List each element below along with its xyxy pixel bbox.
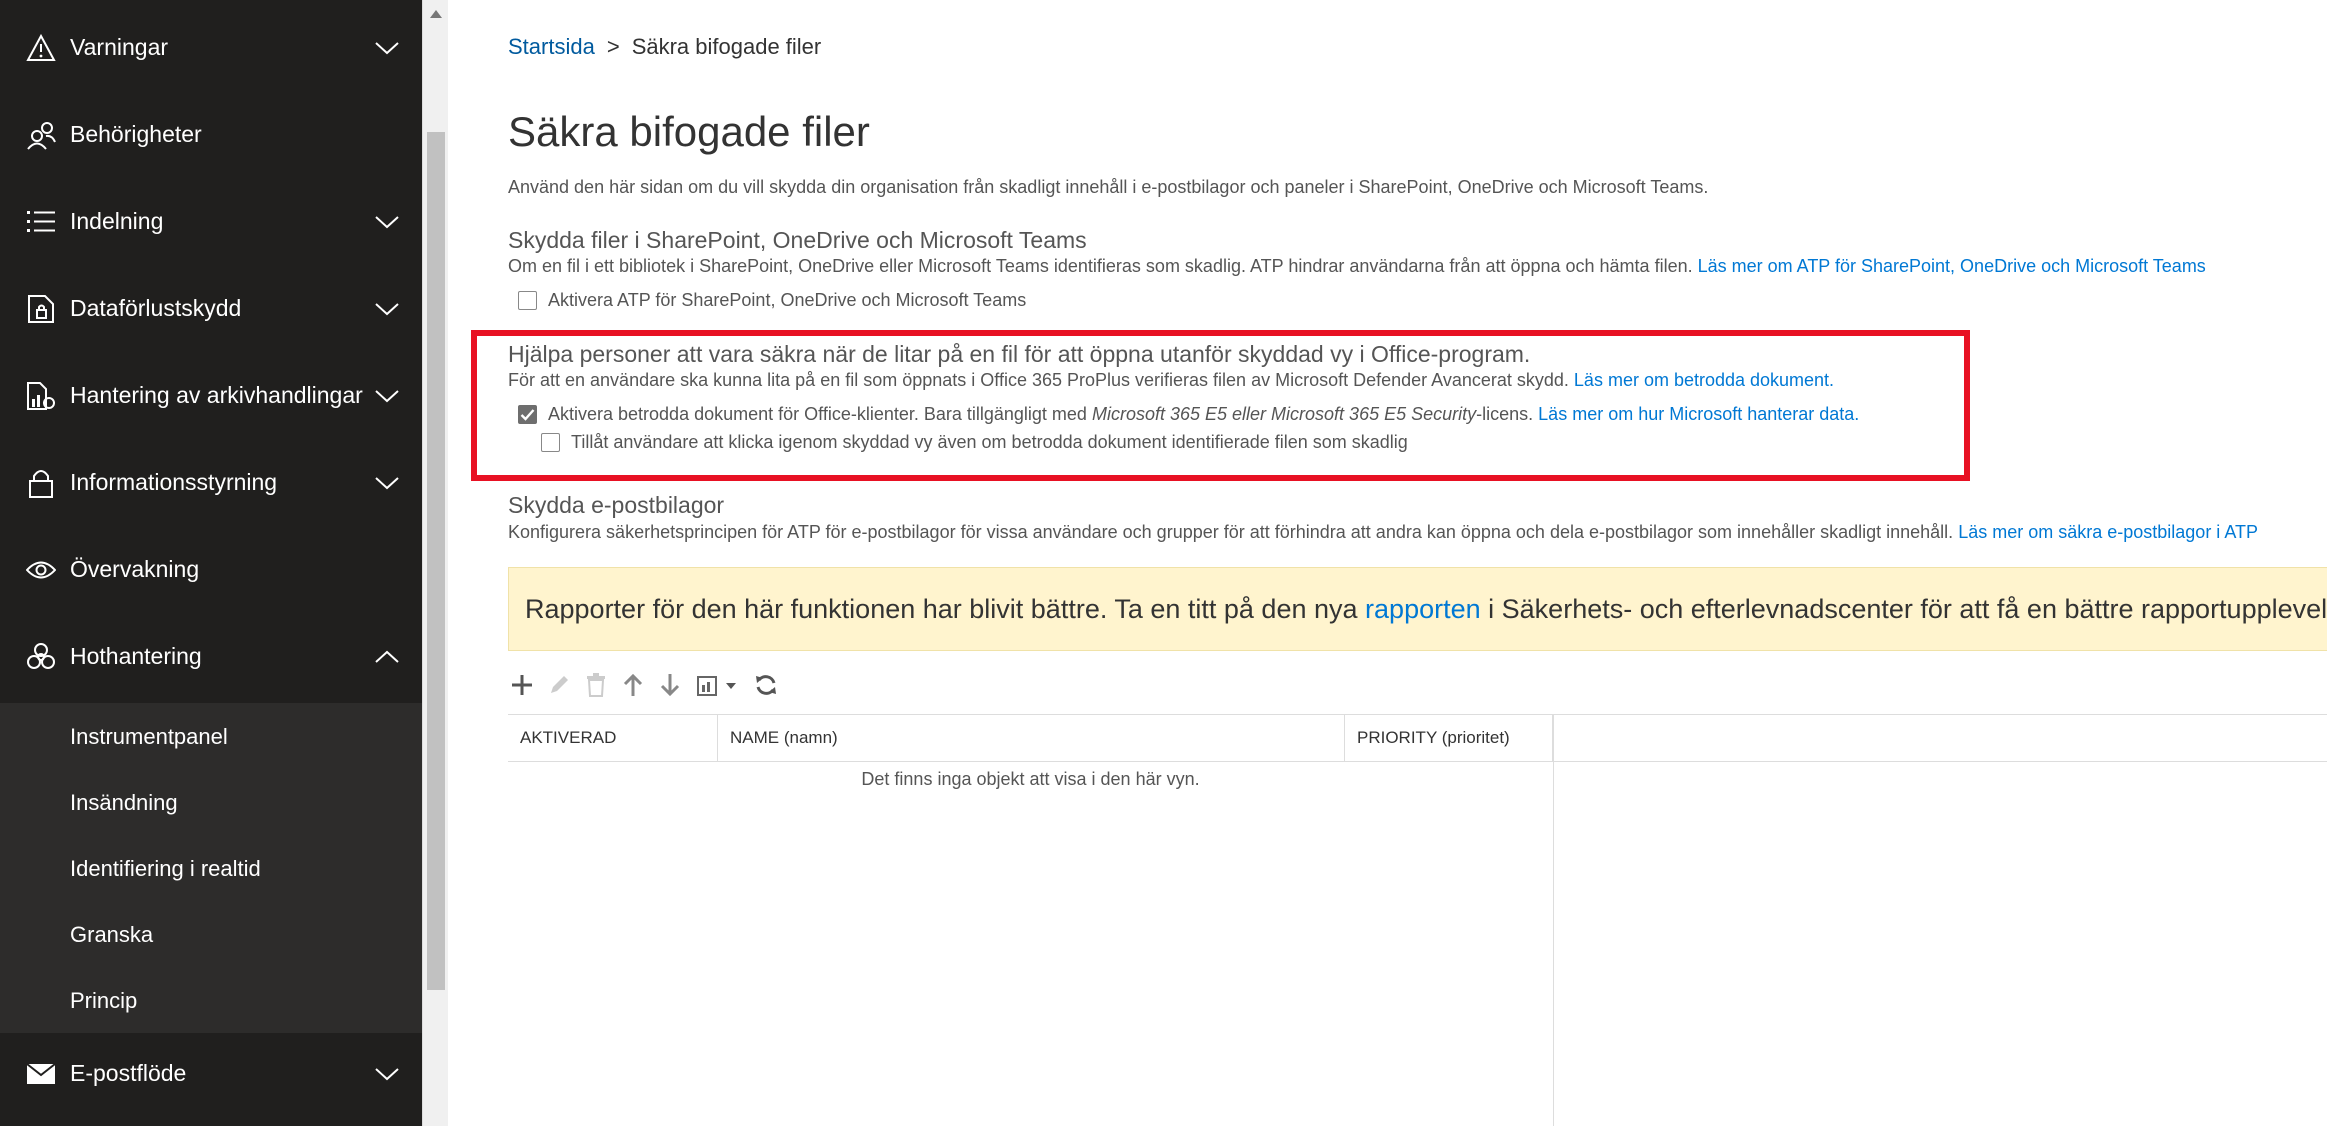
- sidebar-item-label: Behörigheter: [70, 121, 202, 147]
- sidebar-scrollbar[interactable]: [422, 0, 448, 1126]
- page-description: Använd den här sidan om du vill skydda d…: [508, 177, 1709, 197]
- section-email-desc-text: Konfigurera säkerhetsprincipen för ATP f…: [508, 522, 1954, 542]
- list-icon: [24, 205, 58, 239]
- sidebar-item-varningar[interactable]: Varningar: [0, 4, 422, 91]
- scrollbar-thumb[interactable]: [427, 132, 445, 990]
- column-header-enabled[interactable]: AKTIVERAD: [508, 715, 718, 761]
- breadcrumb-home-link[interactable]: Startsida: [508, 34, 595, 59]
- sidebar-item-label: E-postflöde: [70, 1060, 187, 1086]
- scroll-up-arrow-icon[interactable]: [429, 6, 443, 18]
- sidebar-subitem-granska[interactable]: Granska: [70, 922, 153, 948]
- section-email-title: Skydda e-postbilagor: [508, 492, 725, 518]
- records-icon: [24, 379, 58, 413]
- page-title: Säkra bifogade filer: [508, 108, 870, 155]
- sidebar-item-label: Dataförlustskydd: [70, 295, 242, 321]
- banner-report-link[interactable]: rapporten: [1365, 594, 1481, 625]
- sidebar-item-hothantering[interactable]: Hothantering: [0, 613, 422, 700]
- sidebar-item-informationsstyrning[interactable]: Informationsstyrning: [0, 439, 422, 526]
- sidebar-subitem-insandning[interactable]: Insändning: [70, 790, 178, 816]
- sidebar-item-label: Hantering av arkivhandlingar: [70, 382, 363, 408]
- atp-sharepoint-checkbox[interactable]: [518, 291, 537, 310]
- table-header: AKTIVERAD NAME (namn) PRIORITY (priorite…: [508, 714, 2327, 762]
- dlp-icon: [24, 292, 58, 326]
- detail-pane-divider: [1553, 714, 1554, 1126]
- policy-toolbar: [508, 668, 789, 702]
- chevron-up-icon: [372, 642, 402, 672]
- section-sharepoint-desc: Om en fil i ett bibliotek i SharePoint, …: [508, 256, 2206, 277]
- table-empty-message: Det finns inga objekt att visa i den här…: [861, 769, 1200, 789]
- breadcrumb-separator: >: [606, 34, 620, 59]
- sidebar-item-label: Övervakning: [70, 556, 200, 582]
- info-banner: Rapporter för den här funktionen har bli…: [508, 567, 2327, 651]
- chevron-down-icon: [372, 33, 402, 63]
- move-up-icon[interactable]: [619, 669, 647, 701]
- breadcrumb-current: Säkra bifogade filer: [631, 34, 822, 59]
- move-down-icon[interactable]: [656, 669, 684, 701]
- chevron-down-icon: [372, 381, 402, 411]
- breadcrumb: Startsida > Säkra bifogade filer: [508, 34, 821, 60]
- sidebar-item-label: Hothantering: [70, 643, 202, 669]
- delete-icon[interactable]: [582, 669, 610, 701]
- add-icon[interactable]: [508, 669, 536, 701]
- mail-icon: [24, 1057, 58, 1091]
- column-header-priority[interactable]: PRIORITY (prioritet): [1345, 715, 1553, 761]
- sidebar-subitem-princip[interactable]: Princip: [70, 988, 137, 1014]
- sidebar-item-behorigheter[interactable]: Behörigheter: [0, 91, 422, 178]
- sidebar-item-overvakning[interactable]: Övervakning: [0, 526, 422, 613]
- section-sharepoint-desc-text: Om en fil i ett bibliotek i SharePoint, …: [508, 256, 1693, 276]
- chevron-down-icon: [372, 1059, 402, 1089]
- edit-icon[interactable]: [545, 669, 573, 701]
- chevron-down-icon: [372, 207, 402, 237]
- eye-icon: [24, 553, 58, 587]
- export-icon[interactable]: [693, 669, 743, 701]
- sidebar: Varningar Behörigheter Indelning Dataför…: [0, 0, 422, 1126]
- sidebar-item-label: Varningar: [70, 34, 169, 60]
- banner-text-start: Rapporter för den här funktionen har bli…: [525, 593, 1358, 624]
- permissions-icon: [24, 118, 58, 152]
- sidebar-item-label: Informationsstyrning: [70, 469, 278, 495]
- learn-more-safe-attachments-link[interactable]: Läs mer om säkra e-postbilagor i ATP: [1958, 522, 2258, 542]
- sidebar-item-dataforlustskydd[interactable]: Dataförlustskydd: [0, 265, 422, 352]
- sidebar-subnav: Instrumentpanel Insändning Identifiering…: [0, 703, 422, 1033]
- main-content: Startsida > Säkra bifogade filer Säkra bif…: [448, 0, 2327, 1126]
- atp-sharepoint-checkbox-row[interactable]: Aktivera ATP för SharePoint, OneDrive oc…: [518, 290, 1026, 311]
- lock-icon: [24, 466, 58, 500]
- refresh-icon[interactable]: [752, 669, 780, 701]
- section-sharepoint-title: Skydda filer i SharePoint, OneDrive och …: [508, 227, 1087, 253]
- chevron-down-icon: [372, 468, 402, 498]
- banner-text-end: i Säkerhets- och efterlevnadscenter för …: [1488, 593, 2327, 624]
- chevron-down-icon: [372, 294, 402, 324]
- sidebar-subitem-instrumentpanel[interactable]: Instrumentpanel: [70, 724, 228, 750]
- sidebar-item-arkivhandlingar[interactable]: Hantering av arkivhandlingar: [0, 352, 422, 439]
- biohazard-icon: [24, 640, 58, 674]
- section-email-desc: Konfigurera säkerhetsprincipen för ATP f…: [508, 522, 2258, 543]
- warning-icon: [24, 31, 58, 65]
- sidebar-item-indelning[interactable]: Indelning: [0, 178, 422, 265]
- atp-sharepoint-checkbox-label: Aktivera ATP för SharePoint, OneDrive oc…: [548, 290, 1027, 310]
- sidebar-item-label: Indelning: [70, 208, 164, 234]
- highlight-box: [471, 330, 1970, 481]
- sidebar-item-epostflode[interactable]: E-postflöde: [0, 1030, 422, 1117]
- sidebar-subitem-realtid[interactable]: Identifiering i realtid: [70, 856, 261, 882]
- column-header-name[interactable]: NAME (namn): [718, 715, 1345, 761]
- learn-more-atp-link[interactable]: Läs mer om ATP för SharePoint, OneDrive …: [1698, 256, 2206, 276]
